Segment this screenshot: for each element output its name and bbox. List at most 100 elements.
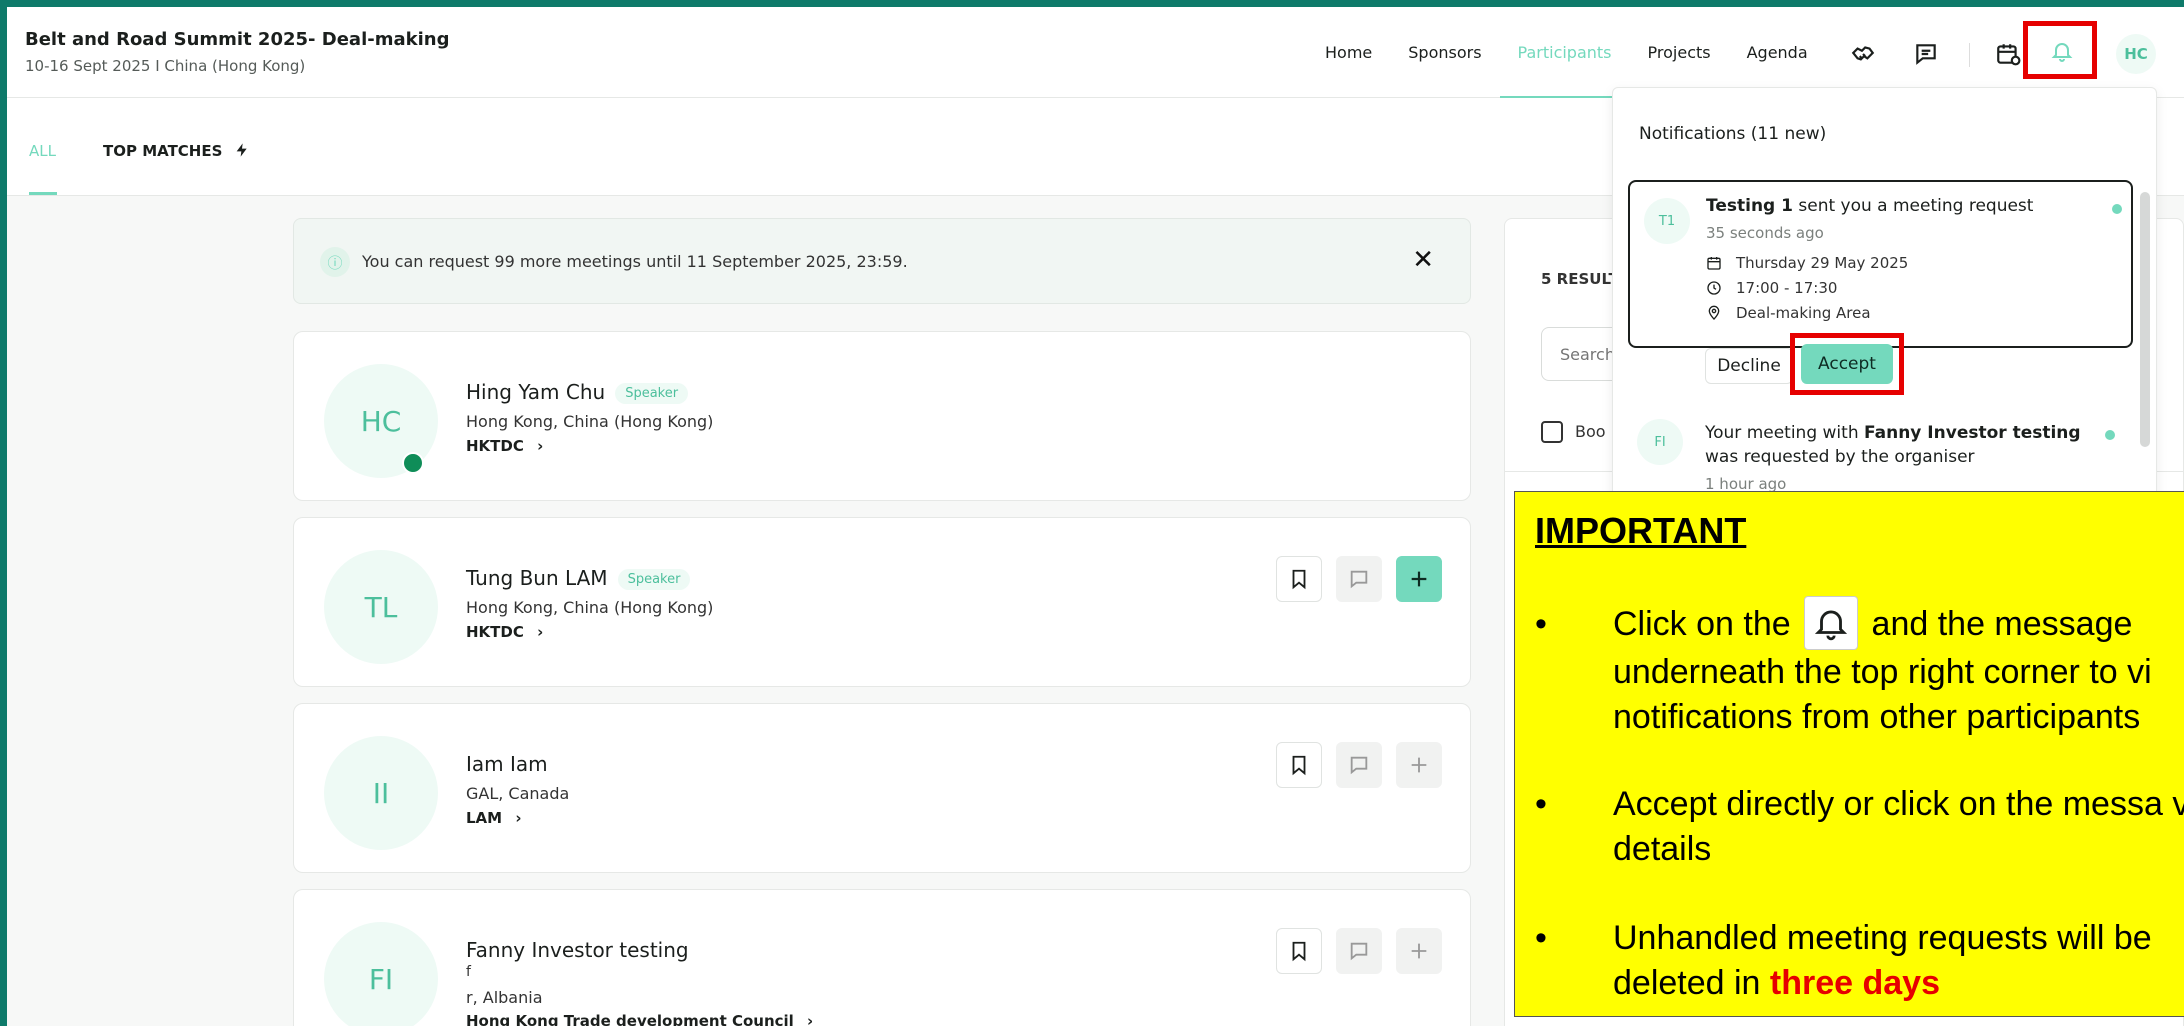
clock-icon: [1707, 281, 1721, 295]
decline-button[interactable]: Decline: [1705, 348, 1793, 384]
chat-icon[interactable]: [1913, 41, 1939, 67]
callout-title: IMPORTANT: [1535, 510, 1747, 551]
chat-icon: [1350, 756, 1368, 775]
accept-button[interactable]: Accept: [1801, 344, 1893, 384]
chat-icon: [1350, 570, 1368, 589]
participant-org-link[interactable]: LAM ›: [466, 809, 522, 827]
close-icon[interactable]: ✕: [1412, 245, 1434, 275]
top-bar: Belt and Road Summit 2025- Deal-making 1…: [7, 7, 2184, 98]
bookmark-icon: [1292, 755, 1306, 776]
nav-sponsors[interactable]: Sponsors: [1390, 7, 1499, 98]
participant-name[interactable]: Hing Yam Chu Speaker: [466, 380, 689, 404]
participant-avatar: FI: [324, 922, 438, 1026]
handshake-icon[interactable]: [1850, 41, 1876, 67]
bell-icon: [1804, 596, 1859, 651]
participant-location: r, Albania: [466, 988, 543, 1007]
tab-top-matches[interactable]: TOP MATCHES: [103, 142, 250, 160]
participant-org-link[interactable]: HKTDC ›: [466, 623, 543, 641]
notification-title: Your meeting with Fanny Investor testing: [1705, 423, 2085, 443]
nav-home[interactable]: Home: [1307, 7, 1390, 98]
message-button[interactable]: [1336, 556, 1382, 602]
participant-avatar: TL: [324, 550, 438, 664]
request-meeting-button[interactable]: [1396, 742, 1442, 788]
tab-all[interactable]: ALL: [29, 142, 56, 160]
participant-name[interactable]: Fanny Investor testing: [466, 938, 689, 962]
plus-icon: [1411, 571, 1427, 587]
card-actions: [1276, 928, 1442, 974]
chevron-right-icon: ›: [807, 1012, 814, 1026]
participant-card[interactable]: HC Hing Yam Chu Speaker Hong Kong, China …: [293, 331, 1471, 501]
chat-icon: [1350, 942, 1368, 961]
notification-item[interactable]: T1 Testing 1 sent you a meeting request …: [1628, 180, 2133, 348]
checkbox-label: Boo: [1575, 422, 1606, 441]
tab-active-indicator: [29, 192, 57, 195]
notification-message: sent you a meeting request: [1792, 196, 2034, 216]
message-button[interactable]: [1336, 742, 1382, 788]
bookmark-button[interactable]: [1276, 742, 1322, 788]
request-meeting-button[interactable]: [1396, 556, 1442, 602]
card-actions: [1276, 742, 1442, 788]
meeting-place: Deal-making Area: [1736, 304, 1871, 322]
location-pin-icon: [1708, 305, 1720, 320]
bookmark-icon: [1292, 569, 1306, 590]
meeting-date-row: Thursday 29 May 2025: [1706, 254, 1908, 272]
accept-highlight-box: Accept: [1790, 333, 1904, 395]
participant-card[interactable]: TL Tung Bun LAM Speaker Hong Kong, China …: [293, 517, 1471, 687]
important-callout: IMPORTANT • Click on the and the message…: [1514, 491, 2184, 1017]
meeting-time-row: 17:00 - 17:30: [1706, 279, 1837, 297]
speaker-badge: Speaker: [617, 569, 691, 590]
app-frame: Belt and Road Summit 2025- Deal-making 1…: [7, 7, 2184, 1026]
bookmark-filter-checkbox[interactable]: [1541, 421, 1563, 443]
participant-org: Hong Kong Trade development Council: [466, 1012, 794, 1026]
participant-org-link[interactable]: HKTDC ›: [466, 437, 543, 455]
meeting-date: Thursday 29 May 2025: [1736, 254, 1909, 272]
bullet-text: Accept directly or click on the messa vi…: [1613, 785, 2184, 868]
plus-icon: [1411, 757, 1427, 773]
notification-sender: Testing 1: [1706, 196, 1793, 216]
bell-highlight-box[interactable]: [2023, 21, 2097, 79]
participant-org-link[interactable]: Hong Kong Trade development Council ›: [466, 1012, 813, 1026]
notification-time: 35 seconds ago: [1706, 224, 1824, 242]
bullet-text: Unhandled meeting requests will be delet…: [1613, 916, 2184, 1006]
notification-avatar: T1: [1644, 198, 1690, 244]
bullet-marker: •: [1535, 785, 1547, 823]
chevron-right-icon: ›: [515, 809, 522, 827]
bell-icon[interactable]: [2050, 39, 2074, 63]
chevron-right-icon: ›: [537, 437, 544, 455]
notifications-dropdown: Notifications (11 new) T1 Testing 1 sent…: [1612, 87, 2157, 507]
scrollbar[interactable]: [2140, 192, 2150, 447]
online-status-dot: [402, 452, 424, 474]
nav-projects[interactable]: Projects: [1630, 7, 1729, 98]
event-title: Belt and Road Summit 2025- Deal-making: [25, 29, 450, 50]
meeting-place-row: Deal-making Area: [1706, 304, 1871, 322]
user-avatar[interactable]: HC: [2116, 34, 2156, 74]
message-button[interactable]: [1336, 928, 1382, 974]
participant-name[interactable]: Tung Bun LAM Speaker: [466, 566, 691, 590]
participant-name-text: Hing Yam Chu: [466, 380, 606, 404]
participant-location: Hong Kong, China (Hong Kong): [466, 598, 714, 617]
participant-location: GAL, Canada: [466, 784, 570, 803]
unread-dot: [2105, 430, 2115, 440]
participant-card[interactable]: II Iam Iam GAL, Canada LAM ›: [293, 703, 1471, 873]
participant-name-text: Tung Bun LAM: [466, 566, 608, 590]
bullet-text-pre: Click on the: [1613, 605, 1791, 643]
participant-card[interactable]: FI Fanny Investor testing f r, Albania H…: [293, 889, 1471, 1026]
notifications-heading: Notifications (11 new): [1639, 124, 1827, 144]
participant-avatar: II: [324, 736, 438, 850]
bookmark-button[interactable]: [1276, 928, 1322, 974]
calendar-icon: [1707, 257, 1721, 270]
participant-name[interactable]: Iam Iam: [466, 752, 548, 776]
notification-prefix: Your meeting with: [1705, 423, 1865, 443]
plus-icon: [1411, 943, 1427, 959]
participant-location: Hong Kong, China (Hong Kong): [466, 412, 714, 431]
bullet-marker: •: [1535, 919, 1547, 957]
bookmark-button[interactable]: [1276, 556, 1322, 602]
request-meeting-button[interactable]: [1396, 928, 1442, 974]
calendar-icon[interactable]: [1995, 41, 2021, 67]
meeting-time: 17:00 - 17:30: [1736, 279, 1838, 297]
main-nav: Home Sponsors Participants Projects Agen…: [1307, 7, 1826, 98]
nav-participants[interactable]: Participants: [1499, 7, 1630, 98]
bullet-marker: •: [1535, 605, 1547, 643]
card-actions: [1276, 556, 1442, 602]
nav-agenda[interactable]: Agenda: [1729, 7, 1826, 98]
